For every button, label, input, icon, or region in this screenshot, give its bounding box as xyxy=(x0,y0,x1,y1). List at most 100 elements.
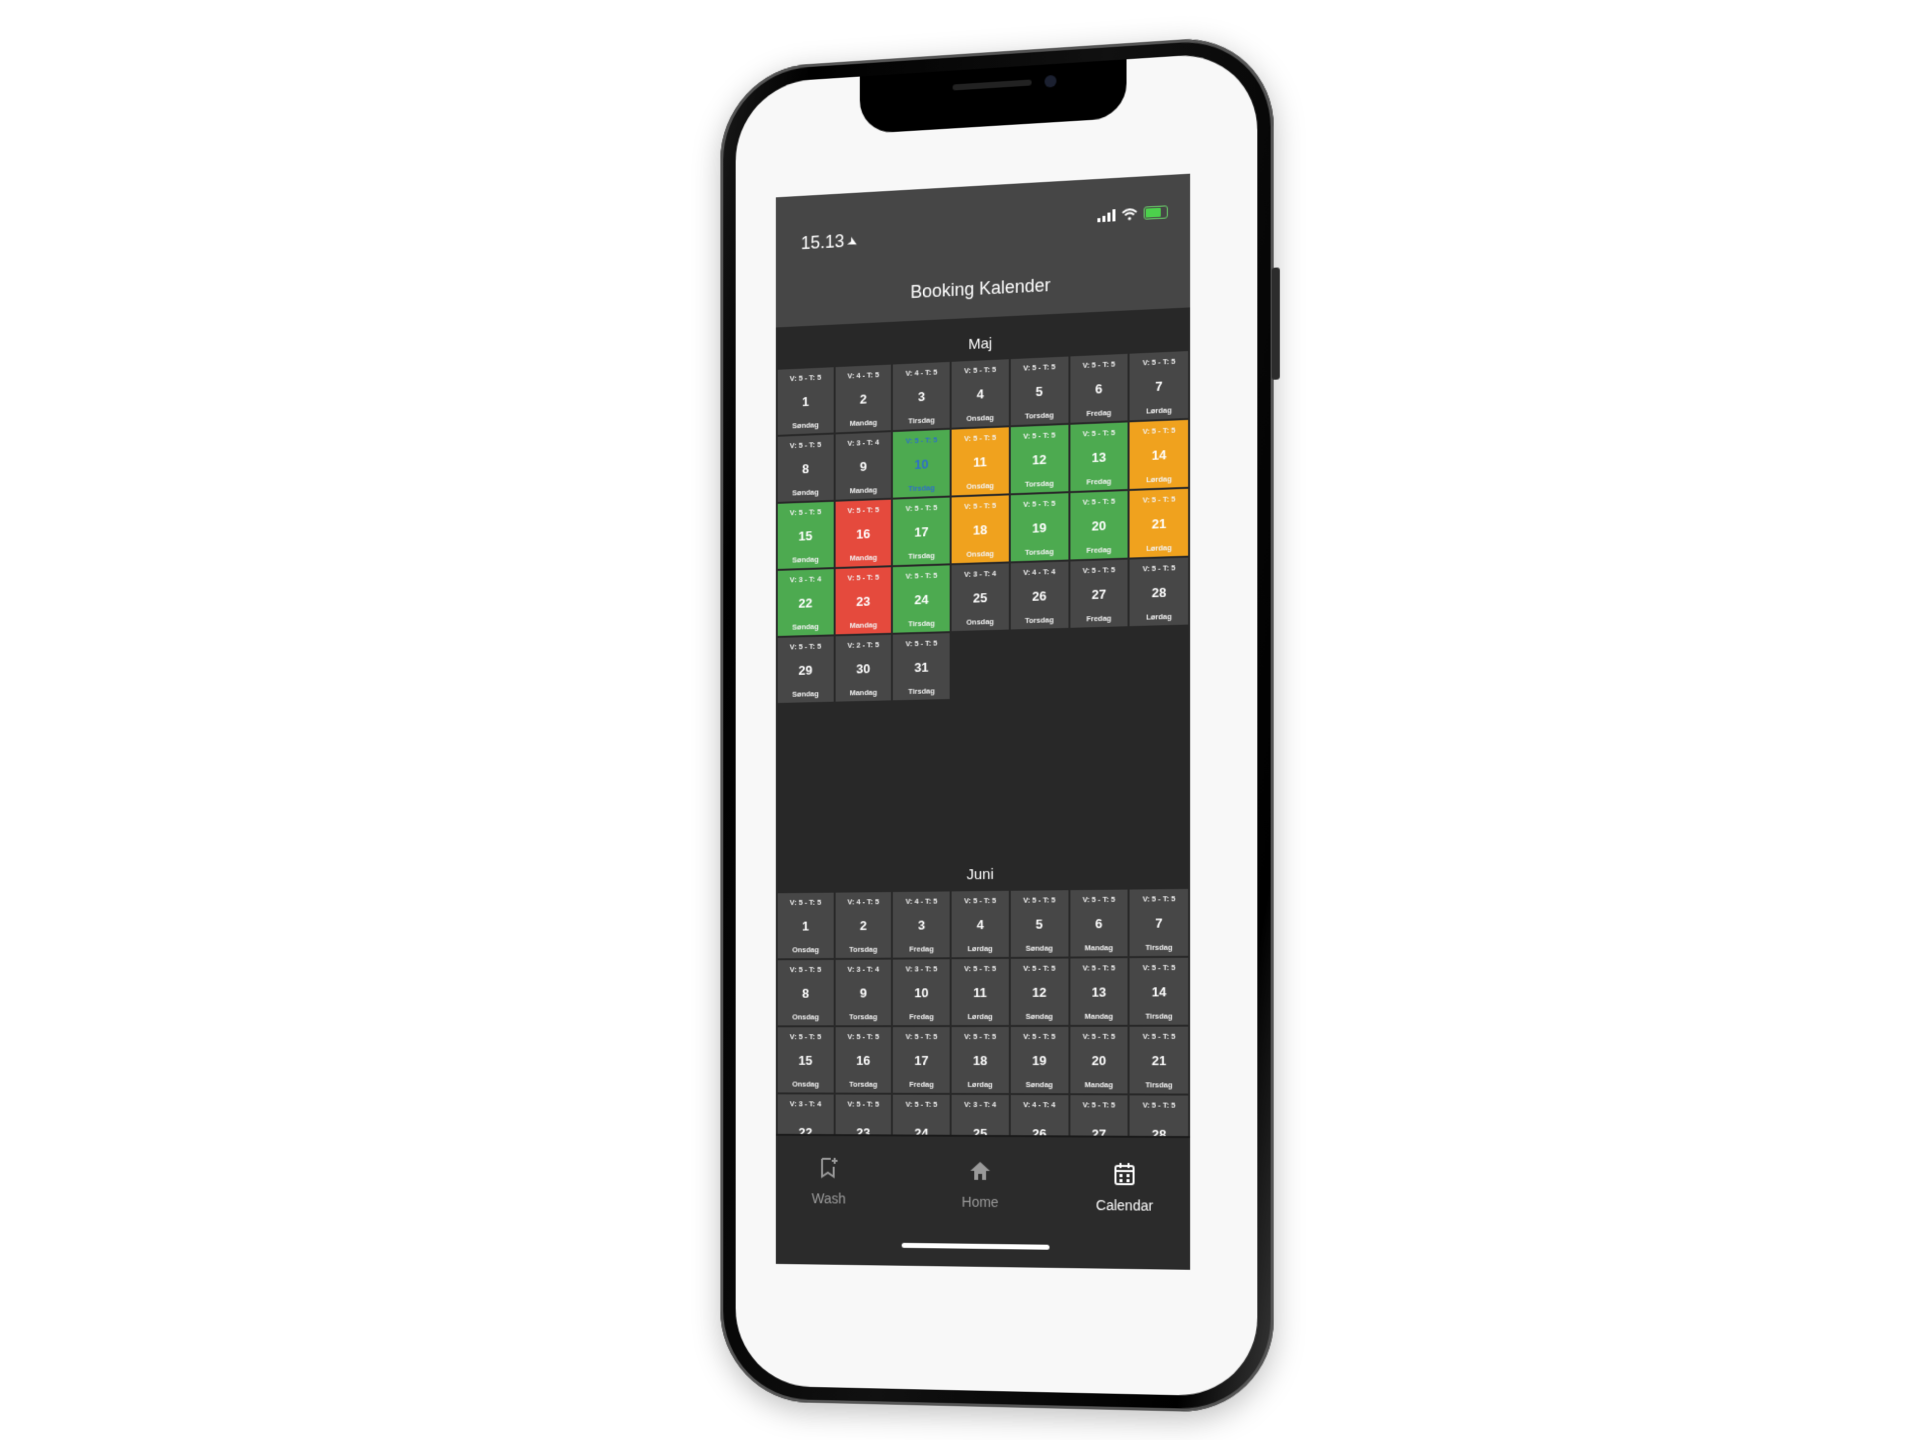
day-number: 20 xyxy=(1091,518,1107,534)
day-weekday-label: Tirsdag xyxy=(1145,1011,1173,1021)
day-weekday-label: Mandag xyxy=(1084,1011,1114,1021)
day-capacity-label: V: 5 - T: 5 xyxy=(1142,894,1176,904)
day-number: 21 xyxy=(1151,515,1167,532)
calendar-day-cell[interactable]: V: 5 - T: 5 29 Søndag xyxy=(777,636,834,703)
calendar-day-cell[interactable]: V: 5 - T: 5 19 Torsdag xyxy=(1010,493,1068,562)
calendar-day-cell[interactable]: V: 5 - T: 5 14 Lørdag xyxy=(1129,419,1189,489)
calendar-day-cell[interactable]: V: 2 - T: 5 30 Mandag xyxy=(835,634,892,702)
day-capacity-label: V: 4 - T: 5 xyxy=(847,370,880,381)
day-capacity-label: V: 5 - T: 5 xyxy=(789,507,822,518)
day-weekday-label: Torsdag xyxy=(1024,410,1054,421)
day-number: 4 xyxy=(976,386,984,402)
day-capacity-label: V: 5 - T: 5 xyxy=(905,435,938,446)
day-number: 8 xyxy=(802,461,810,477)
calendar-day-cell[interactable]: V: 5 - T: 5 13 Mandag xyxy=(1069,958,1128,1025)
calendar-day-cell[interactable]: V: 4 - T: 4 26 Torsdag xyxy=(1010,561,1068,630)
day-number: 15 xyxy=(798,1052,813,1068)
day-weekday-label: Fredag xyxy=(1086,476,1112,487)
day-number: 5 xyxy=(1035,383,1043,400)
day-number: 6 xyxy=(1095,381,1103,397)
month-title-june: Juni xyxy=(966,865,994,884)
app-screen: 15.13➤ Booking Kalender Maj V: 5 - T: 5 … xyxy=(775,173,1191,1270)
calendar-day-cell[interactable]: V: 5 - T: 5 19 Søndag xyxy=(1010,1026,1068,1094)
calendar-day-cell[interactable]: V: 5 - T: 5 11 Lørdag xyxy=(951,958,1009,1026)
day-weekday-label: Lørdag xyxy=(1146,611,1172,622)
calendar-day-cell[interactable]: V: 5 - T: 5 13 Fredag xyxy=(1069,422,1128,492)
calendar-day-cell[interactable]: V: 5 - T: 5 7 Tirsdag xyxy=(1129,888,1189,957)
day-capacity-label: V: 5 - T: 5 xyxy=(847,1032,880,1042)
calendar-day-cell[interactable]: V: 4 - T: 5 3 Fredag xyxy=(893,891,950,958)
tab-calendar[interactable]: Calendar xyxy=(1069,1162,1180,1214)
calendar-day-cell[interactable]: V: 5 - T: 5 17 Fredag xyxy=(893,1027,950,1093)
calendar-day-cell[interactable]: V: 5 - T: 5 11 Onsdag xyxy=(951,427,1009,496)
calendar-day-cell[interactable]: V: 5 - T: 5 6 Mandag xyxy=(1069,889,1128,957)
calendar-day-cell[interactable]: V: 5 - T: 5 17 Tirsdag xyxy=(893,497,950,566)
calendar-day-cell[interactable]: V: 5 - T: 5 12 Torsdag xyxy=(1010,424,1068,494)
day-capacity-label: V: 2 - T: 5 xyxy=(847,640,880,650)
day-capacity-label: V: 5 - T: 5 xyxy=(1082,565,1116,576)
calendar-day-cell[interactable]: V: 5 - T: 5 27 Fredag xyxy=(1069,559,1128,628)
day-number: 28 xyxy=(1151,584,1167,601)
phone-frame: 15.13➤ Booking Kalender Maj V: 5 - T: 5 … xyxy=(720,33,1280,1414)
home-indicator[interactable] xyxy=(901,1242,1050,1250)
calendar-day-cell[interactable]: V: 5 - T: 5 31 Tirsdag xyxy=(893,633,950,701)
month-grid-june: V: 5 - T: 5 1 Onsdag V: 4 - T: 5 2 Torsdag V: … xyxy=(776,888,1190,1163)
day-number: 15 xyxy=(798,528,813,544)
calendar-day-cell[interactable]: V: 5 - T: 5 1 Søndag xyxy=(777,367,834,435)
calendar-day-cell[interactable]: V: 3 - T: 4 9 Mandag xyxy=(835,432,892,500)
day-number: 13 xyxy=(1091,984,1107,1000)
calendar-day-cell[interactable]: V: 5 - T: 5 16 Mandag xyxy=(835,499,892,568)
calendar-day-cell[interactable]: V: 5 - T: 5 20 Fredag xyxy=(1069,491,1128,560)
speaker-grille xyxy=(952,79,1032,91)
day-capacity-label: V: 5 - T: 5 xyxy=(789,1032,822,1042)
tab-home[interactable]: Home xyxy=(926,1159,1034,1211)
calendar-day-cell[interactable]: V: 3 - T: 4 25 Onsdag xyxy=(951,563,1009,632)
calendar-day-cell[interactable]: V: 5 - T: 5 12 Søndag xyxy=(1010,958,1068,1025)
calendar-day-cell[interactable]: V: 5 - T: 5 21 Tirsdag xyxy=(1129,1026,1189,1094)
calendar-day-cell[interactable]: V: 4 - T: 5 3 Tirsdag xyxy=(893,361,950,431)
calendar-day-cell[interactable]: V: 5 - T: 5 18 Lørdag xyxy=(951,1026,1009,1094)
day-weekday-label: Torsdag xyxy=(849,944,878,954)
calendar-day-cell[interactable]: V: 5 - T: 5 5 Søndag xyxy=(1010,890,1068,957)
day-number: 21 xyxy=(1151,1053,1167,1069)
calendar-day-cell[interactable]: V: 5 - T: 5 16 Torsdag xyxy=(835,1027,892,1093)
calendar-day-cell[interactable]: V: 5 - T: 5 21 Lørdag xyxy=(1129,488,1189,558)
day-number: 10 xyxy=(914,456,929,472)
calendar-day-cell[interactable]: V: 5 - T: 5 18 Onsdag xyxy=(951,495,1009,564)
phone-bezel: 15.13➤ Booking Kalender Maj V: 5 - T: 5 … xyxy=(735,50,1258,1397)
calendar-day-cell[interactable]: V: 4 - T: 5 2 Mandag xyxy=(835,364,892,433)
calendar-day-cell[interactable]: V: 5 - T: 5 4 Lørdag xyxy=(951,890,1009,958)
day-capacity-label: V: 5 - T: 5 xyxy=(1023,498,1056,509)
calendar-day-cell[interactable]: V: 4 - T: 5 2 Torsdag xyxy=(835,892,892,958)
day-capacity-label: V: 5 - T: 5 xyxy=(789,897,822,907)
calendar-scroll-area[interactable]: Maj V: 5 - T: 5 1 Søndag V: 4 - T: 5 2 Mandag… xyxy=(776,307,1190,1163)
calendar-day-cell[interactable]: V: 5 - T: 5 8 Onsdag xyxy=(777,959,834,1026)
calendar-day-cell[interactable]: V: 5 - T: 5 10 Tirsdag xyxy=(893,429,950,498)
calendar-day-cell[interactable]: V: 5 - T: 5 14 Tirsdag xyxy=(1129,957,1189,1025)
calendar-day-cell[interactable]: V: 5 - T: 5 4 Onsdag xyxy=(951,359,1009,428)
calendar-day-cell[interactable]: V: 5 - T: 5 15 Søndag xyxy=(777,501,834,569)
calendar-day-cell[interactable]: V: 5 - T: 5 20 Mandag xyxy=(1069,1026,1128,1094)
calendar-day-cell[interactable]: V: 5 - T: 5 28 Lørdag xyxy=(1129,557,1189,627)
calendar-day-cell[interactable]: V: 3 - T: 4 9 Torsdag xyxy=(835,959,892,1026)
calendar-day-cell[interactable]: V: 3 - T: 4 22 Søndag xyxy=(777,569,834,636)
calendar-day-cell[interactable]: V: 5 - T: 5 5 Torsdag xyxy=(1010,356,1068,426)
calendar-day-cell[interactable]: V: 5 - T: 5 8 Søndag xyxy=(777,434,834,502)
day-number: 3 xyxy=(917,388,926,405)
calendar-day-cell[interactable]: V: 5 - T: 5 7 Lørdag xyxy=(1129,351,1189,421)
day-weekday-label: Søndag xyxy=(1025,943,1053,953)
calendar-day-cell[interactable]: V: 5 - T: 5 1 Onsdag xyxy=(777,892,834,959)
status-time: 15.13➤ xyxy=(801,230,861,254)
tab-wash[interactable]: Wash xyxy=(776,1155,882,1206)
calendar-day-cell[interactable]: V: 5 - T: 5 23 Mandag xyxy=(835,567,892,635)
calendar-day-cell[interactable]: V: 5 - T: 5 24 Tirsdag xyxy=(893,565,950,633)
day-capacity-label: V: 3 - T: 5 xyxy=(905,964,938,974)
calendar-day-cell[interactable]: V: 3 - T: 5 10 Fredag xyxy=(893,959,950,1026)
calendar-day-cell[interactable]: V: 5 - T: 5 6 Fredag xyxy=(1069,353,1128,423)
day-weekday-label: Tirsdag xyxy=(1145,1080,1173,1090)
day-weekday-label: Tirsdag xyxy=(1145,942,1173,953)
calendar-day-cell[interactable]: V: 5 - T: 5 15 Onsdag xyxy=(777,1027,834,1093)
day-weekday-label: Torsdag xyxy=(849,1012,878,1022)
day-weekday-label: Fredag xyxy=(909,1079,934,1089)
power-button xyxy=(1271,267,1280,380)
